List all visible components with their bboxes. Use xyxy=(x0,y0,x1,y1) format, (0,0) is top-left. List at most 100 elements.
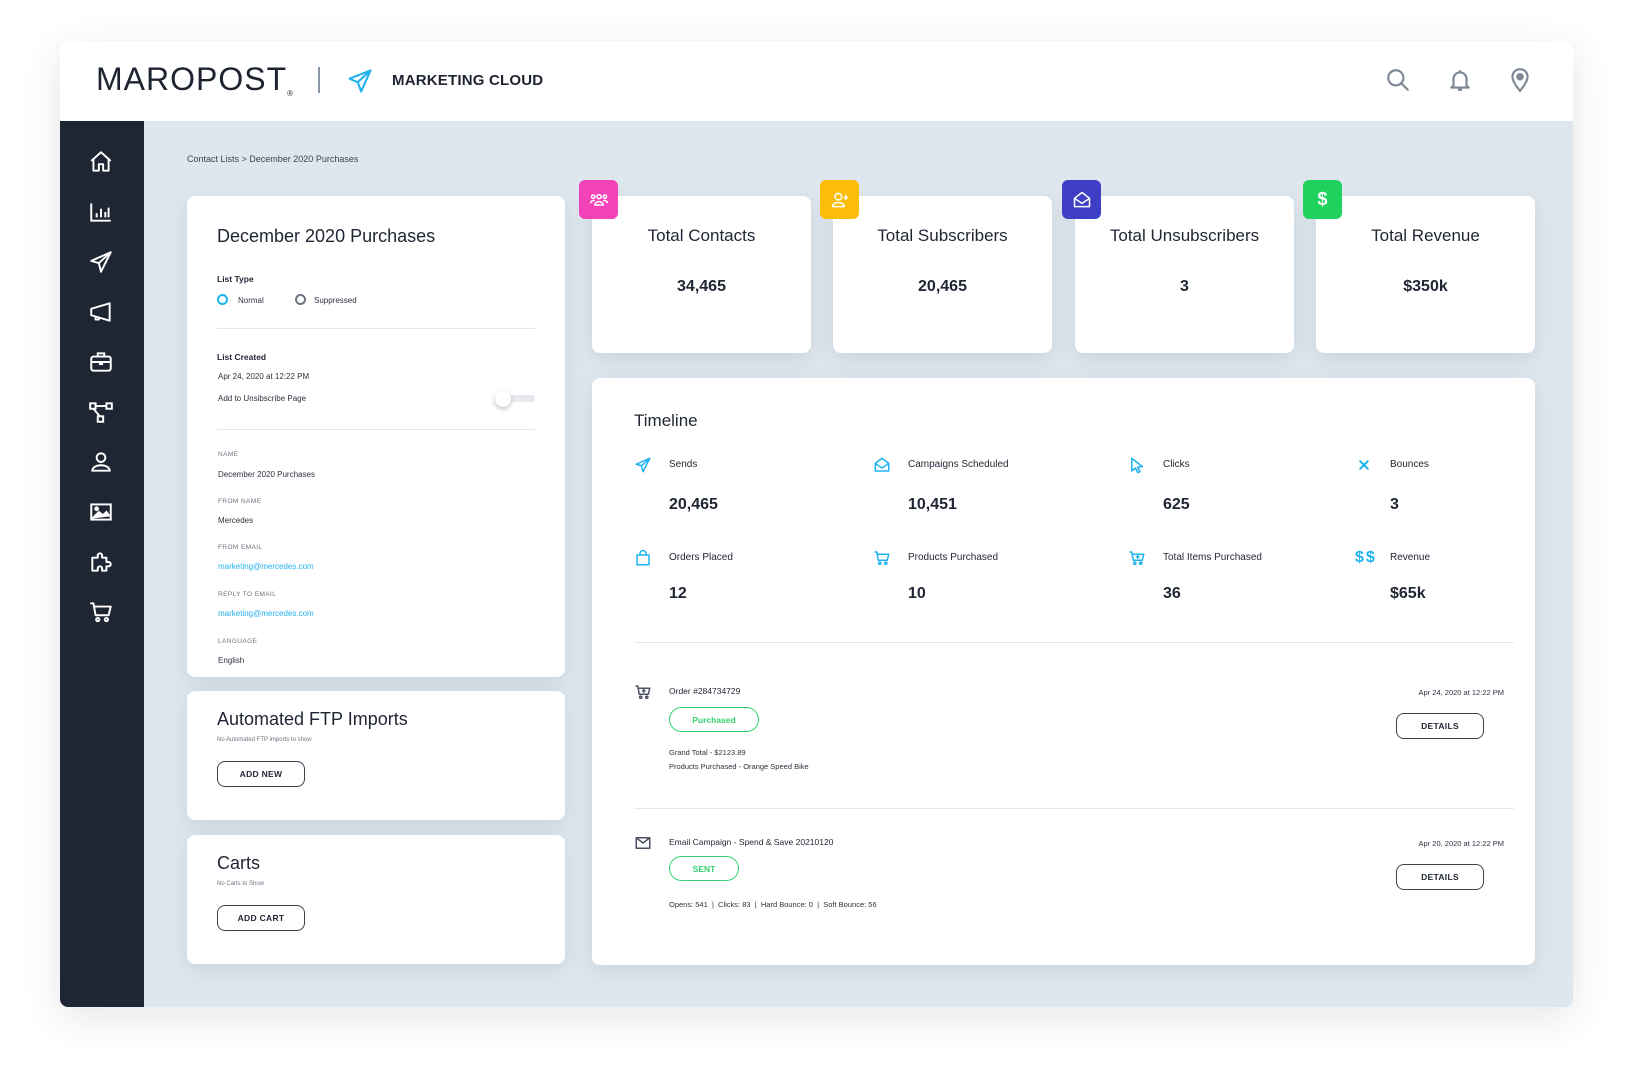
radio-normal-label: Normal xyxy=(238,296,264,305)
stat-title: Total Revenue xyxy=(1371,226,1480,245)
open-envelope-icon xyxy=(874,457,890,472)
home-icon xyxy=(90,151,112,172)
stat-value: 3 xyxy=(1180,278,1189,295)
field-name-value: December 2020 Purchases xyxy=(218,470,315,479)
paper-plane-icon xyxy=(635,457,651,473)
metric-value: 36 xyxy=(1163,585,1181,602)
briefcase-icon xyxy=(90,352,112,372)
brand-divider xyxy=(318,67,320,93)
metric-label: Clicks xyxy=(1163,459,1190,470)
image-icon xyxy=(90,503,112,521)
metric-value: 625 xyxy=(1163,496,1190,513)
radio-suppressed[interactable] xyxy=(295,294,306,305)
metric-value: 12 xyxy=(669,585,687,602)
event-title: Order #284734729 xyxy=(669,686,741,696)
field-language-value: English xyxy=(218,656,245,665)
paper-plane-icon xyxy=(90,251,112,273)
stat-title: Total Unsubscribers xyxy=(1109,226,1260,245)
megaphone-icon xyxy=(90,302,111,322)
metric-revenue: $$ Revenue $65k xyxy=(1355,549,1573,619)
location-pin-icon[interactable] xyxy=(1507,67,1533,93)
user-icon xyxy=(91,452,111,472)
app-window: MAROPOST® MARKETING CLOUD Contact Lists … xyxy=(60,41,1573,1007)
field-language-label: LANGUAGE xyxy=(218,638,258,645)
metric-label: Orders Placed xyxy=(669,552,733,563)
sidebar-item-integrations[interactable] xyxy=(88,549,114,575)
cursor-icon xyxy=(1131,457,1143,474)
event-detail: Products Purchased - Orange Speed Bike xyxy=(669,762,809,771)
status-badge: SENT xyxy=(669,856,739,881)
user-plus-icon xyxy=(831,192,848,207)
status-badge: Purchased xyxy=(669,707,759,732)
stat-badge xyxy=(1062,180,1101,219)
maropost-logo[interactable]: MAROPOST® xyxy=(96,61,294,98)
stat-value: 34,465 xyxy=(677,278,726,295)
ftp-imports-card: Automated FTP Imports No Automated FTP i… xyxy=(187,691,565,820)
stat-card-total-revenue: $ Total Revenue $350k xyxy=(1303,180,1535,353)
field-name-label: NAME xyxy=(218,451,239,458)
toggle-knob xyxy=(495,391,511,407)
event-date: Apr 24, 2020 at 12:22 PM xyxy=(1418,688,1504,697)
stat-card-total-unsubscribers: Total Unsubscribers 3 xyxy=(1062,180,1294,353)
workflow-icon xyxy=(89,402,113,423)
sidebar-item-contacts[interactable] xyxy=(88,449,114,475)
timeline-title: Timeline xyxy=(634,411,698,430)
unsubscribe-page-toggle[interactable] xyxy=(495,391,535,407)
sidebar-item-briefcase[interactable] xyxy=(88,349,114,375)
cart-plus-icon xyxy=(1129,551,1145,566)
field-reply-email-value[interactable]: marketing@mercedes.com xyxy=(218,609,314,618)
sidebar-item-campaigns[interactable] xyxy=(88,249,114,275)
sidebar xyxy=(60,121,144,1007)
sidebar-item-journeys[interactable] xyxy=(88,399,114,425)
metric-campaigns-scheduled: Campaigns Scheduled 10,451 xyxy=(873,456,1093,526)
list-created-value: Apr 24, 2020 at 12:22 PM xyxy=(218,372,310,381)
users-icon xyxy=(589,193,608,206)
carts-empty-text: No Carts to Show xyxy=(217,881,265,887)
open-envelope-icon xyxy=(1073,191,1090,207)
metric-sends: Sends 20,465 xyxy=(634,456,854,526)
add-new-ftp-button[interactable]: ADD NEW xyxy=(217,761,305,787)
ftp-title: Automated FTP Imports xyxy=(217,709,408,729)
details-button[interactable]: DETAILS xyxy=(1396,864,1484,890)
carts-title: Carts xyxy=(217,853,261,873)
event-detail: Opens: 541 | Clicks: 83 | Hard Bounce: 0… xyxy=(669,900,877,909)
radio-normal[interactable] xyxy=(217,294,228,305)
sidebar-item-home[interactable] xyxy=(88,149,114,175)
search-icon[interactable] xyxy=(1385,67,1411,93)
metric-label: Sends xyxy=(669,459,698,470)
list-title: December 2020 Purchases xyxy=(217,226,436,246)
sidebar-item-commerce[interactable] xyxy=(88,599,114,625)
metric-label: Products Purchased xyxy=(908,552,999,563)
metric-label: Campaigns Scheduled xyxy=(908,459,1009,470)
stat-badge xyxy=(820,180,859,219)
timeline-event-email-campaign: Email Campaign - Spend & Save 20210120 S… xyxy=(634,834,1504,954)
breadcrumb[interactable]: Contact Lists > December 2020 Purchases xyxy=(187,154,358,164)
sidebar-item-media[interactable] xyxy=(88,499,114,525)
divider xyxy=(634,808,1514,809)
event-title: Email Campaign - Spend & Save 20210120 xyxy=(669,837,834,847)
stat-badge xyxy=(579,180,618,219)
sidebar-item-analytics[interactable] xyxy=(88,199,114,225)
metric-products-purchased: Products Purchased 10 xyxy=(873,549,1093,619)
metric-clicks: Clicks 625 xyxy=(1128,456,1348,526)
details-button[interactable]: DETAILS xyxy=(1396,713,1484,739)
metric-label: Revenue xyxy=(1390,552,1431,563)
divider xyxy=(217,429,535,430)
stat-title: Total Contacts xyxy=(647,226,756,245)
bell-icon[interactable] xyxy=(1447,67,1473,93)
field-from-name-value: Mercedes xyxy=(218,516,254,525)
top-bar: MAROPOST® MARKETING CLOUD xyxy=(60,41,1573,121)
divider xyxy=(634,642,1514,643)
field-from-email-value[interactable]: marketing@mercedes.com xyxy=(218,562,314,571)
timeline-event-order: Order #284734729 Purchased Grand Total -… xyxy=(634,683,1504,803)
add-cart-button[interactable]: ADD CART xyxy=(217,905,305,931)
metric-orders-placed: Orders Placed 12 xyxy=(634,549,854,619)
list-created-label: List Created xyxy=(217,352,267,362)
sidebar-item-announcements[interactable] xyxy=(88,299,114,325)
stat-card-total-subscribers: Total Subscribers 20,465 xyxy=(820,180,1052,353)
stat-card-total-contacts: Total Contacts 34,465 xyxy=(579,180,811,353)
logo-text: MAROPOST xyxy=(96,61,288,97)
shopping-bag-icon xyxy=(636,549,650,566)
field-from-email-label: FROM EMAIL xyxy=(218,544,263,551)
metric-value: 20,465 xyxy=(669,496,718,513)
